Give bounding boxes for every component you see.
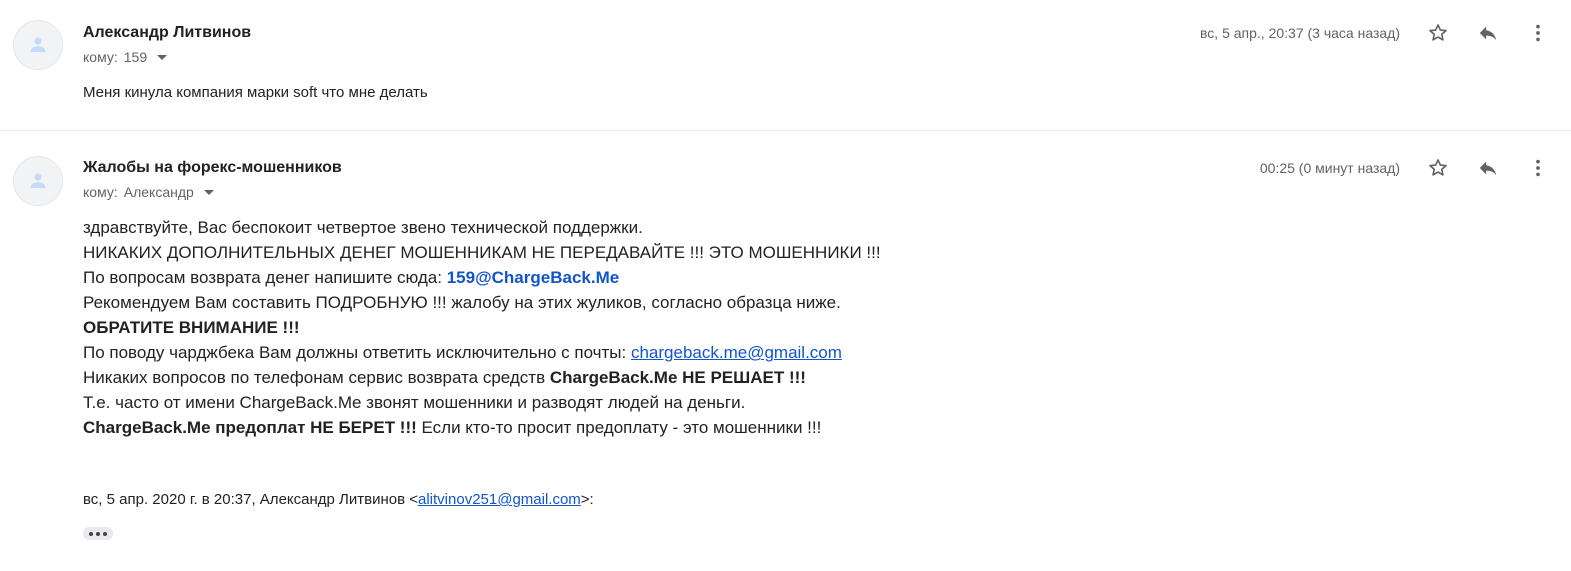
reply-button[interactable] bbox=[1476, 21, 1500, 45]
body-line: ОБРАТИТЕ ВНИМАНИЕ !!! bbox=[83, 318, 300, 337]
message-date: 00:25 (0 минут назад) bbox=[1259, 160, 1400, 176]
message-2: Жалобы на форекс-мошенников кому: Алекса… bbox=[0, 131, 1571, 571]
more-vert-icon bbox=[1536, 24, 1540, 42]
body-line: По вопросам возврата денег напишите сюда… bbox=[83, 265, 881, 290]
recipient-line[interactable]: кому: 159 bbox=[83, 49, 168, 65]
quote-header-text: вс, 5 апр. 2020 г. в 20:37, Александр Ли… bbox=[83, 491, 418, 508]
ellipsis-icon bbox=[89, 531, 93, 536]
body-line: НИКАКИХ ДОПОЛНИТЕЛЬНЫХ ДЕНЕГ МОШЕННИКАМ … bbox=[83, 243, 881, 262]
sender-name[interactable]: Жалобы на форекс-мошенников bbox=[83, 159, 342, 177]
message-text: Меня кинула компания марки soft что мне … bbox=[83, 84, 428, 101]
more-options-button[interactable] bbox=[1526, 156, 1550, 180]
sender-email-link[interactable]: alitvinov251@gmail.com bbox=[418, 491, 581, 508]
body-line: ChargeBack.Me предоплат НЕ БЕРЕТ !!! Есл… bbox=[83, 415, 881, 440]
recipient-line[interactable]: кому: Александр bbox=[83, 184, 214, 200]
recipient-name: 159 bbox=[123, 49, 148, 65]
person-icon bbox=[30, 37, 46, 52]
body-line: Т.е. часто от имени ChargeBack.Me звонят… bbox=[83, 393, 746, 412]
to-label: кому: bbox=[83, 49, 118, 65]
star-icon bbox=[1429, 24, 1447, 41]
reply-icon bbox=[1479, 26, 1497, 41]
body-bold-text: ChargeBack.Me предоплат НЕ БЕРЕТ !!! bbox=[83, 418, 417, 437]
body-bold-text: ChargeBack.Me НЕ РЕШАЕТ !!! bbox=[549, 368, 806, 387]
body-line: здравствуйте, Вас беспокоит четвертое зв… bbox=[83, 218, 643, 237]
star-button[interactable] bbox=[1426, 21, 1450, 45]
recipient-name: Александр bbox=[123, 184, 194, 200]
message-body: здравствуйте, Вас беспокоит четвертое зв… bbox=[83, 215, 881, 440]
chargeback-email-link[interactable]: chargeback.me@gmail.com bbox=[631, 343, 842, 362]
body-text: По вопросам возврата денег напишите сюда… bbox=[83, 268, 447, 287]
body-line: Никаких вопросов по телефонам сервис воз… bbox=[83, 365, 881, 390]
support-email: 159@ChargeBack.Me bbox=[446, 268, 620, 287]
star-button[interactable] bbox=[1426, 156, 1450, 180]
reply-icon bbox=[1479, 161, 1497, 176]
more-vert-icon bbox=[1536, 159, 1540, 177]
person-icon bbox=[30, 173, 46, 188]
body-text: Никаких вопросов по телефонам сервис воз… bbox=[83, 368, 550, 387]
show-trimmed-content-button[interactable] bbox=[83, 527, 113, 540]
body-text: По поводу чарджбека Вам должны ответить … bbox=[83, 343, 631, 362]
reply-button[interactable] bbox=[1476, 156, 1500, 180]
body-text: Если кто-то просит предоплату - это моше… bbox=[416, 418, 822, 437]
quote-header-suffix: >: bbox=[580, 491, 594, 508]
to-label: кому: bbox=[83, 184, 118, 200]
body-line: По поводу чарджбека Вам должны ответить … bbox=[83, 340, 881, 365]
more-options-button[interactable] bbox=[1526, 21, 1550, 45]
caret-down-icon[interactable] bbox=[157, 55, 168, 60]
sender-avatar[interactable] bbox=[13, 156, 63, 206]
caret-down-icon[interactable] bbox=[203, 190, 214, 195]
sender-name[interactable]: Александр Литвинов bbox=[83, 24, 251, 42]
star-icon bbox=[1429, 159, 1447, 176]
body-line: Рекомендуем Вам составить ПОДРОБНУЮ !!! … bbox=[83, 293, 841, 312]
ellipsis-icon bbox=[96, 531, 100, 536]
message-1: Александр Литвинов кому: 159 вс, 5 апр.,… bbox=[0, 0, 1571, 130]
ellipsis-icon bbox=[103, 531, 107, 536]
sender-avatar[interactable] bbox=[13, 20, 63, 70]
quoted-message-header: вс, 5 апр. 2020 г. в 20:37, Александр Ли… bbox=[83, 491, 594, 508]
message-date: вс, 5 апр., 20:37 (3 часа назад) bbox=[1200, 25, 1400, 41]
